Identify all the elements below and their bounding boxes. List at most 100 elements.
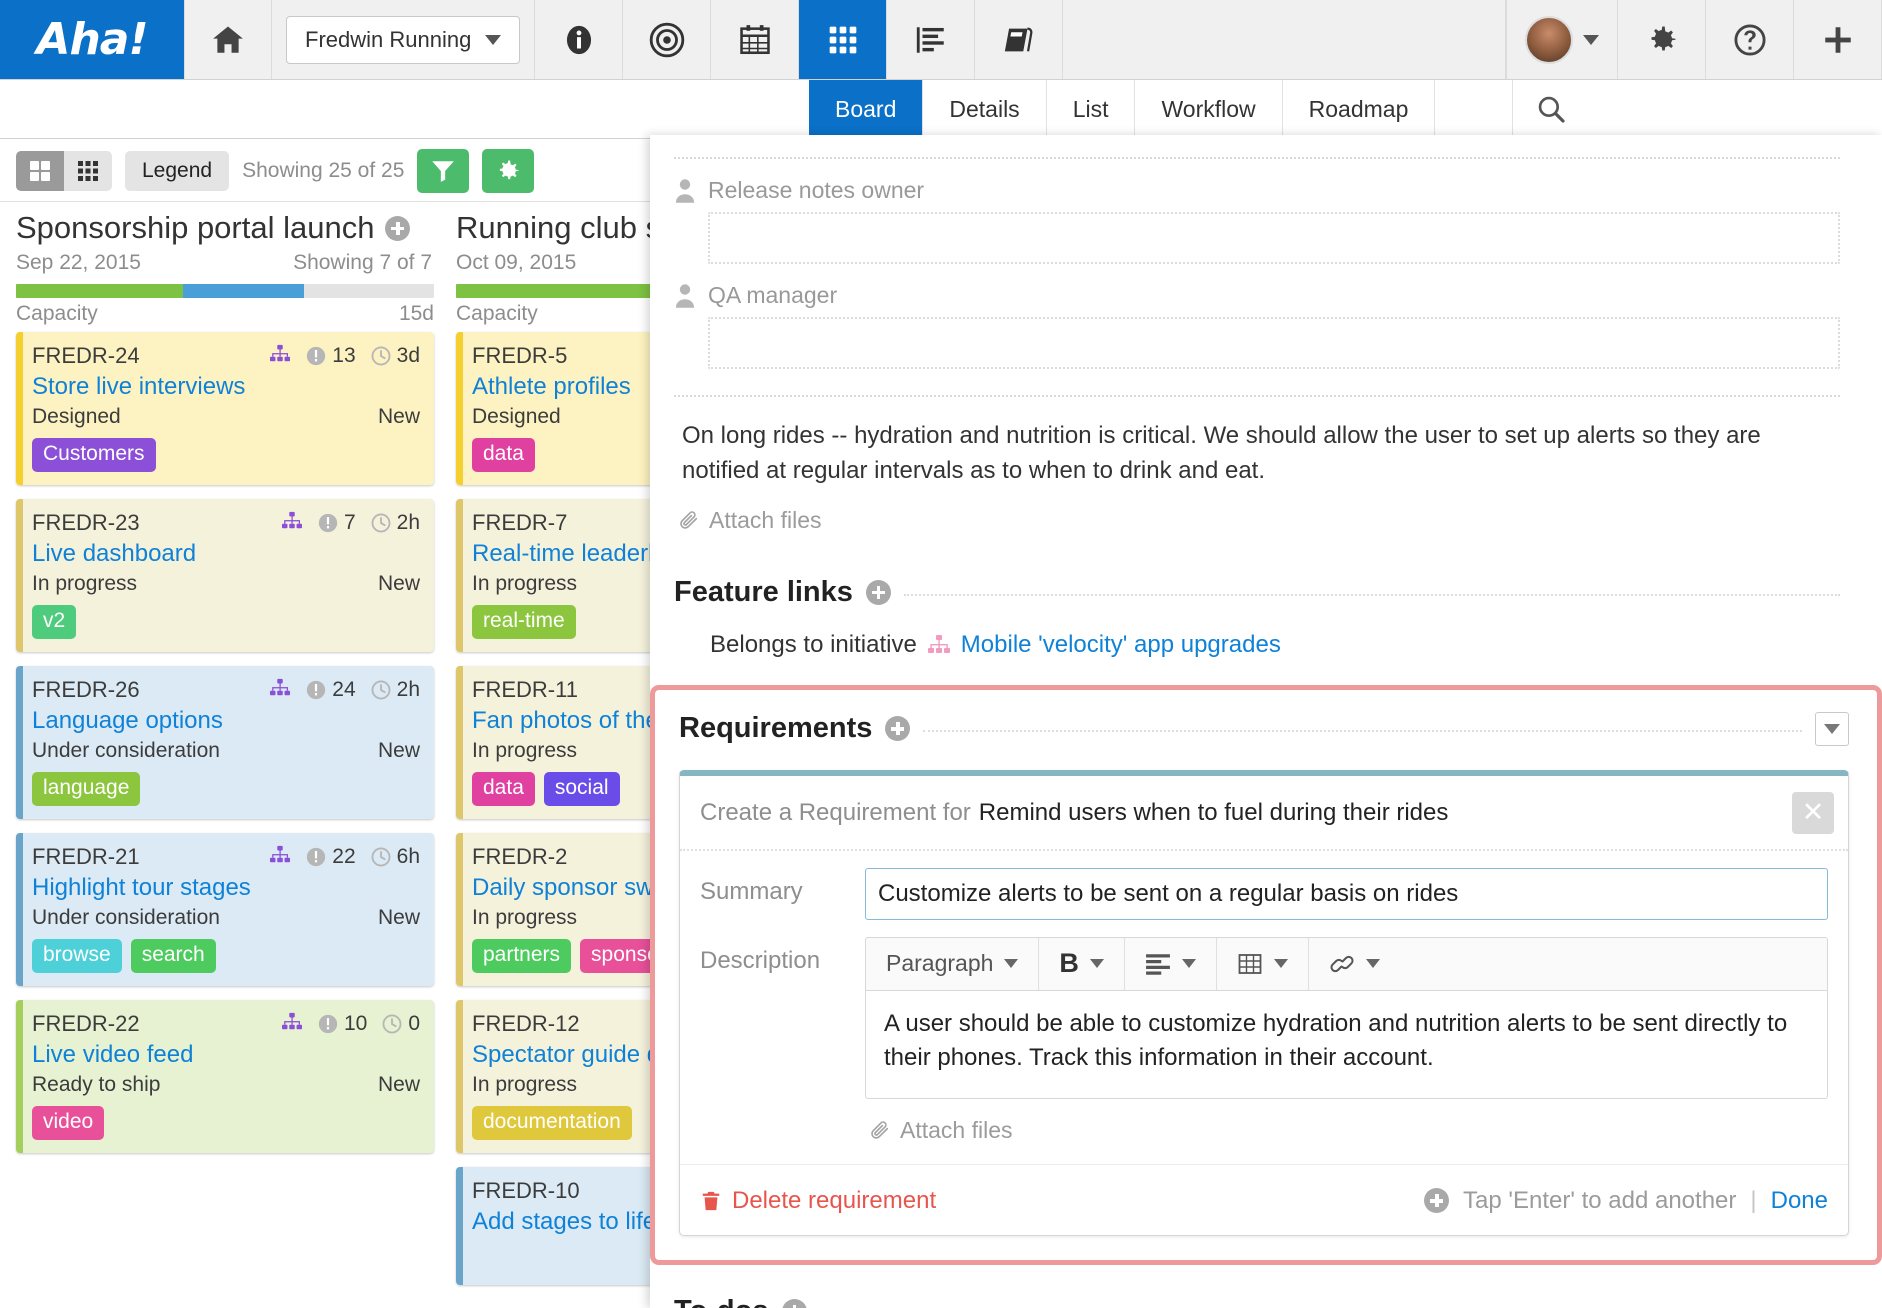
card-title[interactable]: Live dashboard xyxy=(32,540,420,568)
release-date: Oct 09, 2015 xyxy=(456,251,577,274)
add-feature-icon[interactable] xyxy=(385,215,411,241)
summary-row: Summary xyxy=(680,851,1848,920)
add-todo-icon[interactable] xyxy=(781,1298,807,1308)
paragraph-style-dropdown[interactable]: Paragraph xyxy=(866,937,1040,990)
qa-manager-input[interactable] xyxy=(708,317,1840,369)
card-tag[interactable]: browse xyxy=(32,939,122,973)
card-tag[interactable]: social xyxy=(543,772,620,806)
card-tag[interactable]: data xyxy=(472,772,535,806)
add-feature-link-icon[interactable] xyxy=(865,579,891,605)
feature-card[interactable]: FREDR-24 13 3d Store live interviews Designe… xyxy=(16,332,434,485)
release-date: Sep 22, 2015 xyxy=(16,251,141,274)
collapse-requirements-button[interactable] xyxy=(1815,711,1849,746)
help-button[interactable] xyxy=(1706,0,1794,79)
goals-button[interactable] xyxy=(623,0,712,79)
table-dropdown[interactable] xyxy=(1217,937,1309,990)
chevron-down-icon xyxy=(1365,959,1380,969)
features-board-button[interactable] xyxy=(799,0,888,79)
delete-requirement-button[interactable]: Delete requirement xyxy=(700,1187,936,1215)
card-tag[interactable]: real-time xyxy=(472,605,576,639)
feature-description[interactable]: On long rides -- hydration and nutrition… xyxy=(682,419,1812,489)
chevron-down-icon xyxy=(1583,34,1599,45)
reports-button[interactable] xyxy=(887,0,976,79)
initiative-link[interactable]: Mobile 'velocity' app upgrades xyxy=(961,631,1281,659)
capacity-label: Capacity xyxy=(456,302,538,325)
nav-right-group xyxy=(1506,0,1882,79)
card-title[interactable]: Highlight tour stages xyxy=(32,874,420,902)
card-tag[interactable]: documentation xyxy=(472,1106,632,1140)
add-requirement-icon[interactable] xyxy=(885,716,911,742)
info-button[interactable] xyxy=(535,0,624,79)
done-button[interactable]: Done xyxy=(1771,1187,1828,1215)
release-title[interactable]: Sponsorship portal launch xyxy=(16,210,374,246)
notebooks-button[interactable] xyxy=(975,0,1064,79)
search-box[interactable] xyxy=(1513,80,1882,138)
card-tag[interactable]: data xyxy=(472,438,535,472)
board-settings-button[interactable] xyxy=(482,148,535,193)
score-icon xyxy=(318,513,338,533)
aha-logo[interactable]: Aha! xyxy=(0,0,184,79)
person-icon xyxy=(675,178,695,203)
feature-card[interactable]: FREDR-26 24 2h Language options Under consid… xyxy=(16,666,434,819)
release-notes-owner-input[interactable] xyxy=(708,212,1840,264)
help-icon xyxy=(1733,23,1766,56)
home-button[interactable] xyxy=(184,0,272,79)
card-title[interactable]: Live video feed xyxy=(32,1041,420,1069)
release-title[interactable]: Running club sit xyxy=(456,210,677,246)
tab-list[interactable]: List xyxy=(1047,80,1136,138)
card-title[interactable]: Language options xyxy=(32,707,420,735)
attach-files-link[interactable]: Attach files xyxy=(678,507,1840,534)
tab-details[interactable]: Details xyxy=(923,80,1047,138)
qa-manager-row: QA manager xyxy=(674,282,1840,309)
capacity-bar-0 xyxy=(16,284,434,298)
add-another-icon[interactable] xyxy=(1424,1188,1450,1214)
tab-roadmap[interactable]: Roadmap xyxy=(1283,80,1436,138)
feature-card[interactable]: FREDR-23 7 2h Live dashboard In progress New v… xyxy=(16,499,434,652)
settings-button[interactable] xyxy=(1618,0,1706,79)
requirements-title: Requirements xyxy=(679,712,873,745)
separator: | xyxy=(1750,1186,1757,1214)
clock-icon xyxy=(371,680,391,700)
link-dropdown[interactable] xyxy=(1309,938,1400,990)
card-score: 22 xyxy=(305,845,356,869)
summary-input[interactable] xyxy=(865,867,1828,920)
view-small-cards-button[interactable] xyxy=(64,150,112,191)
tab-board[interactable]: Board xyxy=(809,80,924,138)
feature-card[interactable]: FREDR-21 22 6h Highlight tour stages Under c… xyxy=(16,833,434,986)
section-rule xyxy=(903,593,1840,596)
align-dropdown[interactable] xyxy=(1125,937,1217,990)
feature-links-title: Feature links xyxy=(674,575,853,608)
calendar-button[interactable] xyxy=(711,0,800,79)
capacity-row-0: Capacity 15d xyxy=(16,302,434,326)
card-tag[interactable]: partners xyxy=(472,939,572,973)
bold-dropdown[interactable]: B xyxy=(1039,937,1125,990)
card-tag[interactable]: Customers xyxy=(32,438,156,472)
todos-header: To-dos xyxy=(674,1295,1840,1308)
clock-icon xyxy=(382,1014,402,1034)
card-status: Designed xyxy=(472,405,561,428)
feature-card[interactable]: FREDR-22 10 0 Live video feed Ready to ship N… xyxy=(16,1000,434,1153)
description-textarea[interactable]: A user should be able to customize hydra… xyxy=(865,990,1828,1099)
card-status: In progress xyxy=(472,739,578,762)
close-icon[interactable]: ✕ xyxy=(1792,791,1834,834)
card-tag[interactable]: search xyxy=(130,939,216,973)
calendar-icon xyxy=(740,24,770,54)
card-title[interactable]: Store live interviews xyxy=(32,373,420,401)
card-tag[interactable]: v2 xyxy=(32,605,77,639)
legend-button[interactable]: Legend xyxy=(125,150,230,191)
chevron-down-icon xyxy=(1089,959,1104,969)
view-large-cards-button[interactable] xyxy=(16,150,64,191)
project-selector[interactable]: Fredwin Running xyxy=(272,0,536,79)
filter-button[interactable] xyxy=(417,148,470,193)
user-menu[interactable] xyxy=(1506,0,1618,79)
capacity-green xyxy=(16,284,184,298)
card-status-row: In progress New xyxy=(32,572,420,596)
add-button[interactable] xyxy=(1794,0,1882,79)
card-tag[interactable]: video xyxy=(32,1106,105,1140)
requirement-attach-files-link[interactable]: Attach files xyxy=(869,1117,1828,1144)
gear-icon xyxy=(1651,26,1675,50)
card-tag[interactable]: language xyxy=(32,772,141,806)
filter-icon xyxy=(432,160,455,182)
feature-detail-panel: Release notes owner QA manager On long r… xyxy=(650,135,1882,1308)
tab-workflow[interactable]: Workflow xyxy=(1135,80,1283,138)
